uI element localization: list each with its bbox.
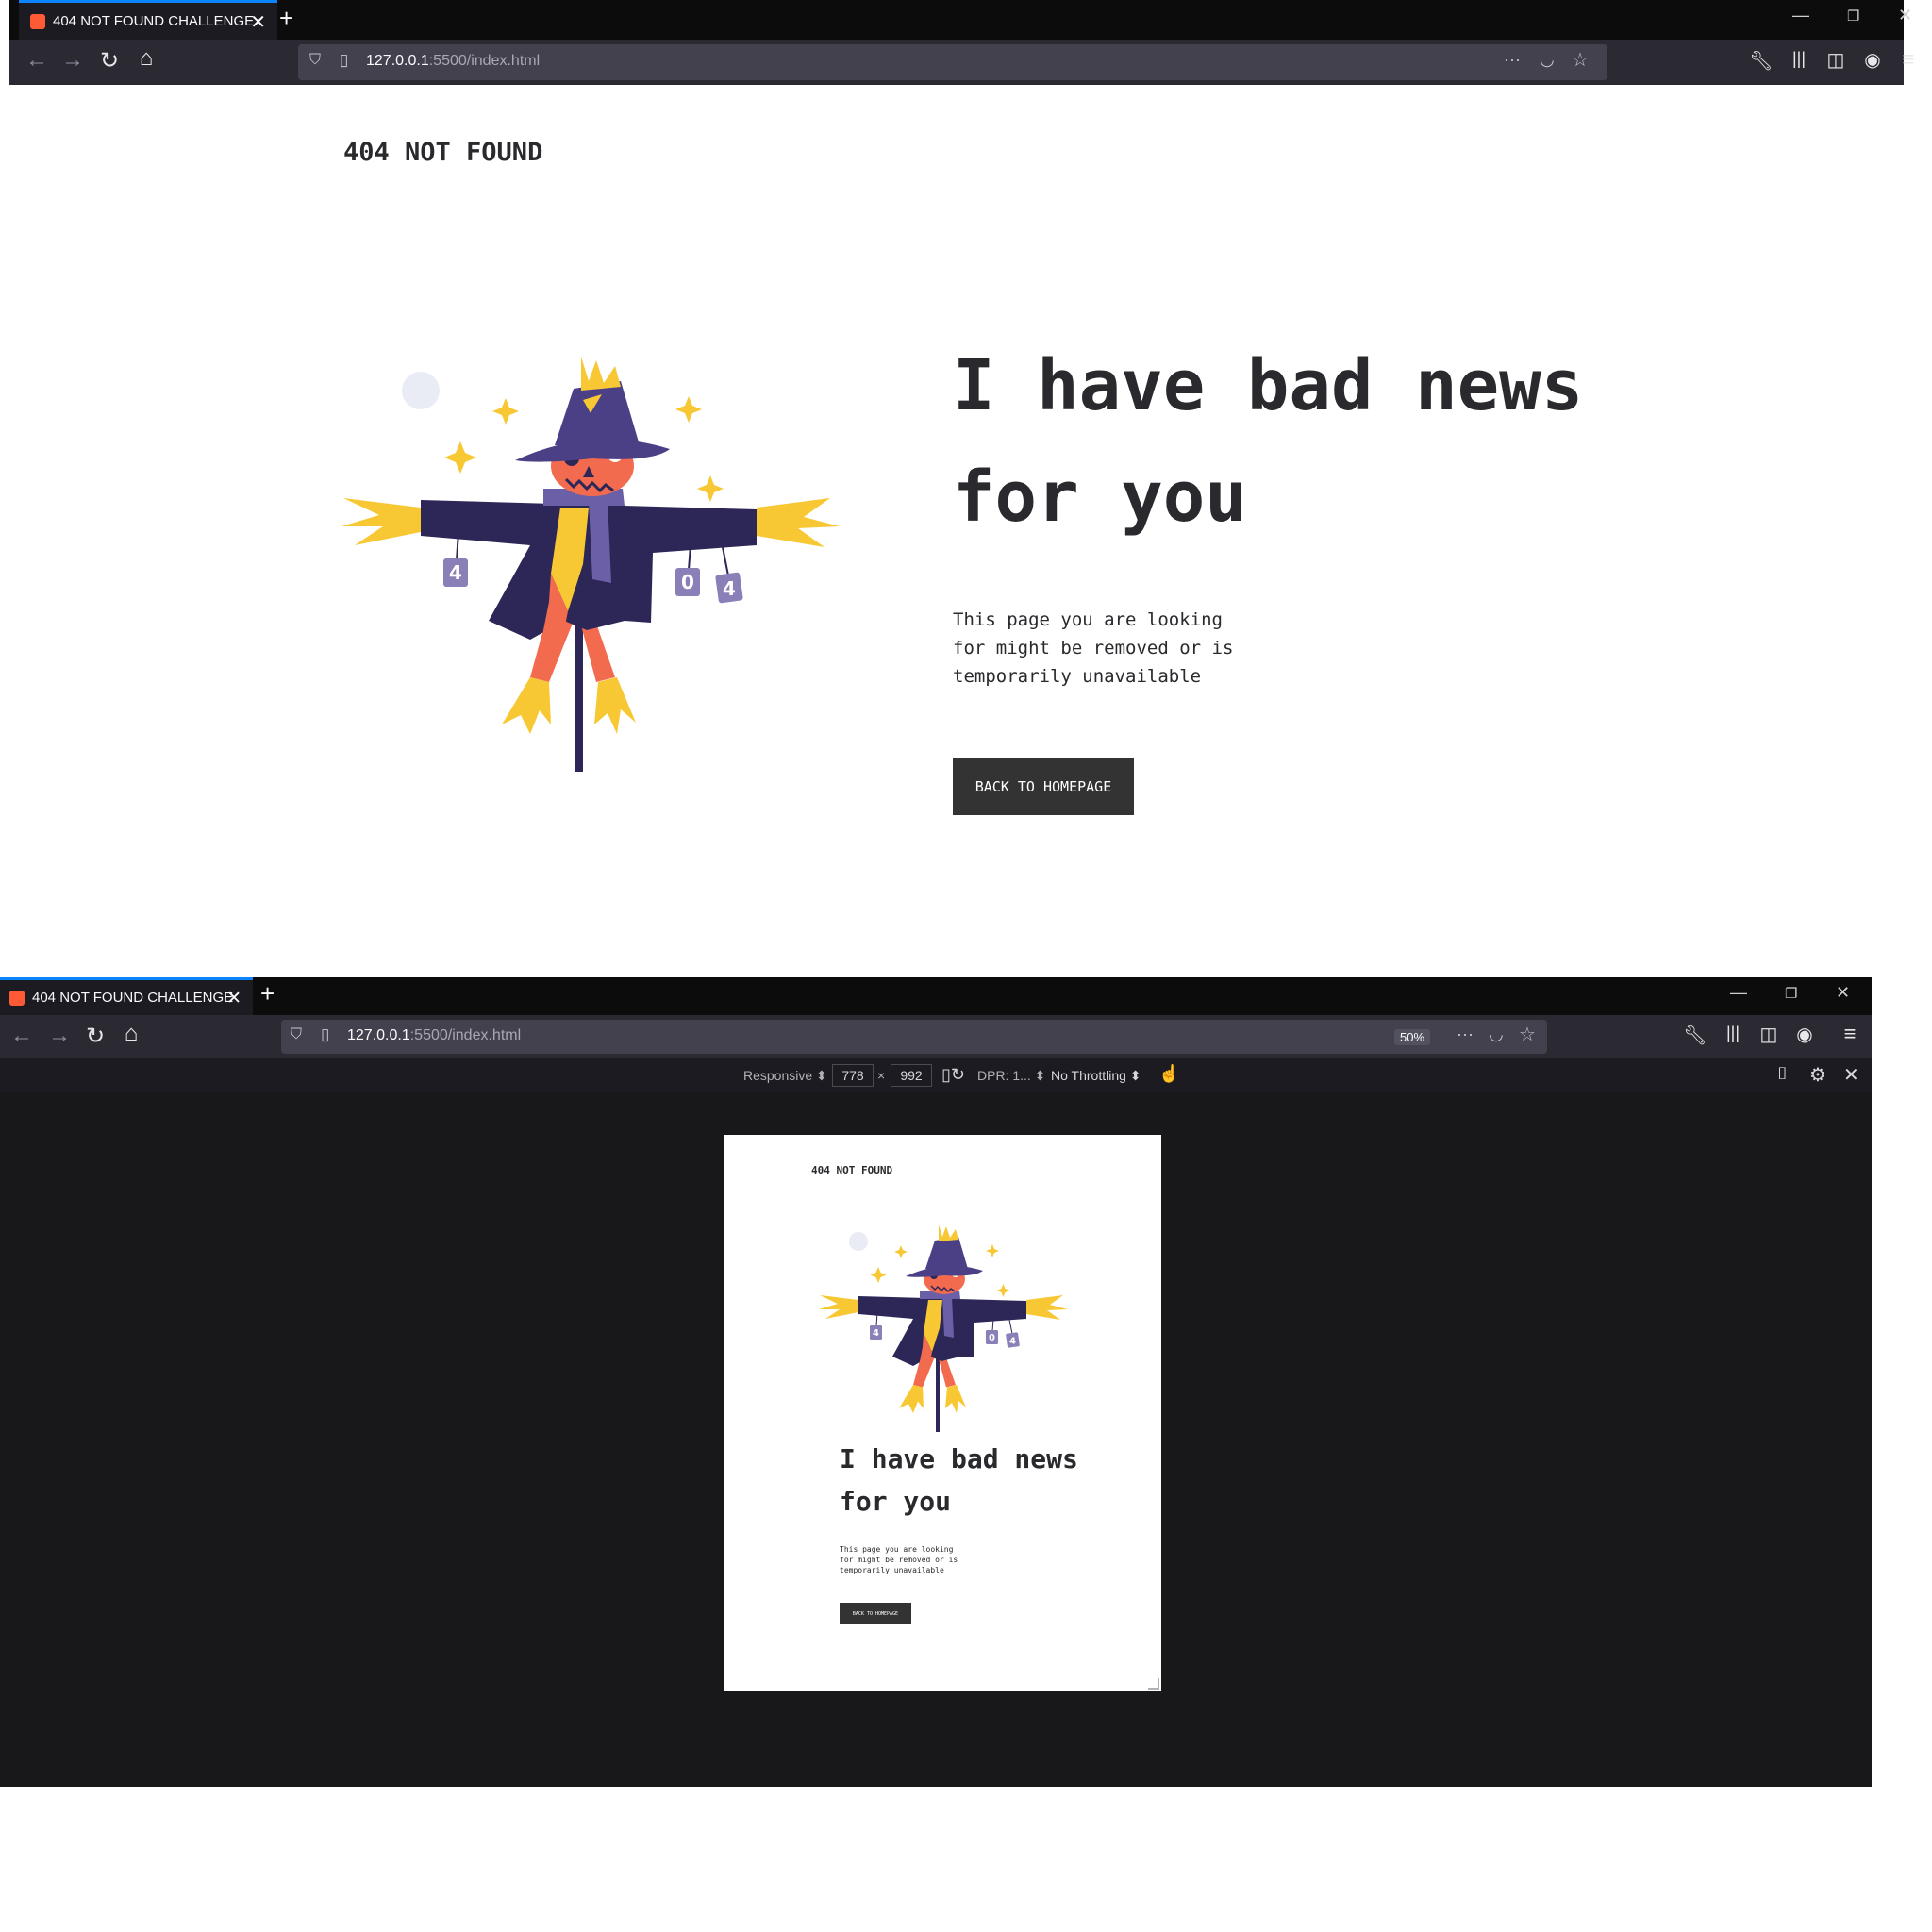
tab-bar-2: 404 NOT FOUND CHALLENGE ✕ + — ❐ ✕ (0, 977, 1872, 1015)
dpr-selector[interactable]: DPR: 1... ⬍ (977, 1068, 1045, 1084)
shield-icon[interactable]: ⛉ (309, 52, 321, 69)
home-icon[interactable]: ⌂ (132, 45, 160, 72)
minimize-icon[interactable]: — (1792, 6, 1809, 25)
back-icon[interactable]: ← (8, 1023, 36, 1049)
tab-title: 404 NOT FOUND CHALLENGE (53, 13, 255, 29)
screenshot-icon[interactable]: ⌷ (1777, 1064, 1788, 1084)
heading-line-2: for you (953, 457, 1247, 538)
page-icon: ▯ (340, 51, 349, 69)
can-4-right-label: 4 (723, 577, 736, 600)
window-close-icon[interactable]: ✕ (1836, 983, 1850, 1003)
account-icon[interactable]: ◉ (1790, 1023, 1819, 1046)
settings-gear-icon[interactable]: ⚙ (1809, 1063, 1826, 1087)
heading-line-1-small: I have bad news (840, 1443, 1078, 1474)
top-browser-window: 404 NOT FOUND CHALLENGE ✕ + — ❐ ✕ ← → ↻ … (9, 0, 1914, 85)
account-icon[interactable]: ◉ (1858, 48, 1887, 72)
tab-bar: 404 NOT FOUND CHALLENGE ✕ + — ❐ ✕ (9, 0, 1912, 40)
minimize-icon[interactable]: — (1730, 983, 1747, 1003)
viewport-height-input[interactable]: 992 (891, 1064, 932, 1087)
new-tab-icon[interactable]: + (279, 4, 293, 33)
nav-toolbar-2: ← → ↻ ⌂ ⛉ ▯ 127.0.0.1:5500/index.html 50… (0, 1015, 1872, 1058)
scarecrow-illustration: 4 0 4 (341, 357, 840, 772)
new-tab-icon[interactable]: + (260, 979, 275, 1008)
shield-icon[interactable]: ⛉ (291, 1026, 302, 1043)
forward-icon[interactable]: → (45, 1023, 74, 1049)
back-to-homepage-button[interactable]: BACK TO HOMEPAGE (953, 758, 1134, 815)
rotate-icon[interactable]: ▯↻ (941, 1065, 965, 1085)
can-0-label: 0 (989, 1333, 995, 1343)
bottom-browser-window: 404 NOT FOUND CHALLENGE ✕ + — ❐ ✕ ← → ↻ … (0, 977, 1872, 1058)
resize-handle-icon[interactable] (1148, 1678, 1159, 1690)
site-logo[interactable]: 404 NOT FOUND (343, 138, 542, 167)
reload-icon[interactable]: ↻ (81, 1023, 109, 1050)
bookmark-star-icon[interactable]: ☆ (1519, 1023, 1536, 1046)
restore-icon[interactable]: ❐ (1847, 8, 1859, 25)
tab-close-icon[interactable]: ✕ (226, 988, 242, 1009)
sidebar-icon[interactable]: ◫ (1822, 48, 1850, 72)
error-message: This page you are looking for might be r… (953, 609, 1234, 687)
back-icon[interactable]: ← (23, 47, 51, 74)
library-icon[interactable]: ||| (1719, 1024, 1747, 1043)
forward-icon[interactable]: → (58, 47, 87, 74)
tab-active-2[interactable]: 404 NOT FOUND CHALLENGE ✕ (0, 977, 253, 1015)
tab-active[interactable]: 404 NOT FOUND CHALLENGE ✕ (19, 0, 277, 40)
heading-line-1: I have bad news (953, 345, 1584, 426)
responsive-design-toolbar: Responsive ⬍ 778 × 992 ▯↻ DPR: 1... ⬍ No… (0, 1058, 1872, 1093)
reload-icon[interactable]: ↻ (95, 47, 124, 75)
scarecrow-figure-small: 4 0 4 (819, 1224, 1068, 1432)
scarecrow-figure: 4 0 4 (341, 357, 840, 772)
heading-line-2-small: for you (840, 1486, 952, 1517)
menu-icon[interactable]: ≡ (1894, 47, 1923, 72)
url-text-2[interactable]: 127.0.0.1:5500/index.html (347, 1027, 521, 1044)
site-logo-small[interactable]: 404 NOT FOUND (811, 1164, 892, 1176)
page-actions-icon[interactable]: ··· (1504, 50, 1521, 70)
error-message-small: This page you are looking for might be r… (840, 1545, 958, 1574)
tab-close-icon[interactable]: ✕ (250, 10, 266, 34)
pocket-icon[interactable]: ◡ (1489, 1024, 1504, 1044)
can-0-label: 0 (681, 571, 694, 593)
dimension-separator: × (877, 1068, 886, 1083)
url-bar[interactable]: ⛉ ▯ 127.0.0.1:5500/index.html ··· ◡ ☆ (298, 44, 1607, 80)
device-selector[interactable]: Responsive ⬍ (743, 1068, 827, 1084)
favicon-icon (30, 13, 45, 29)
restore-icon[interactable]: ❐ (1785, 985, 1797, 1002)
can-4-left-label: 4 (873, 1328, 879, 1339)
tab-title-2: 404 NOT FOUND CHALLENGE (32, 990, 234, 1006)
bookmark-star-icon[interactable]: ☆ (1572, 48, 1589, 72)
home-icon[interactable]: ⌂ (117, 1021, 145, 1047)
pocket-icon[interactable]: ◡ (1540, 50, 1555, 70)
nav-toolbar: ← → ↻ ⌂ ⛉ ▯ 127.0.0.1:5500/index.html ··… (9, 40, 1914, 85)
throttling-selector[interactable]: No Throttling ⬍ (1051, 1068, 1141, 1084)
scarecrow-illustration-small: 4 0 4 (819, 1224, 1068, 1432)
window-close-icon[interactable]: ✕ (1898, 6, 1912, 25)
url-bar-2[interactable]: ⛉ ▯ 127.0.0.1:5500/index.html 50% ··· ◡ … (281, 1020, 1547, 1054)
wrench-icon[interactable]: 🔧︎ (1681, 1024, 1709, 1047)
favicon-icon (9, 990, 25, 1006)
back-to-homepage-button-small[interactable]: BACK TO HOMEPAGE (840, 1603, 911, 1624)
sidebar-icon[interactable]: ◫ (1755, 1023, 1783, 1046)
wrench-icon[interactable]: 🔧︎ (1747, 49, 1775, 73)
page-actions-icon[interactable]: ··· (1457, 1024, 1474, 1044)
touch-simulation-icon[interactable]: ☝ (1158, 1064, 1179, 1084)
page-icon: ▯ (321, 1025, 330, 1043)
responsive-viewport: 404 NOT FOUND 4 0 4 I have bad news for … (724, 1135, 1161, 1691)
menu-icon[interactable]: ≡ (1836, 1022, 1864, 1046)
zoom-indicator[interactable]: 50% (1394, 1029, 1431, 1045)
library-icon[interactable]: ||| (1785, 49, 1813, 69)
can-4-left-label: 4 (449, 561, 462, 584)
viewport-width-input[interactable]: 778 (832, 1064, 874, 1087)
url-text[interactable]: 127.0.0.1:5500/index.html (366, 53, 540, 70)
can-4-right-label: 4 (1009, 1337, 1016, 1347)
close-rdm-icon[interactable]: ✕ (1843, 1063, 1859, 1087)
